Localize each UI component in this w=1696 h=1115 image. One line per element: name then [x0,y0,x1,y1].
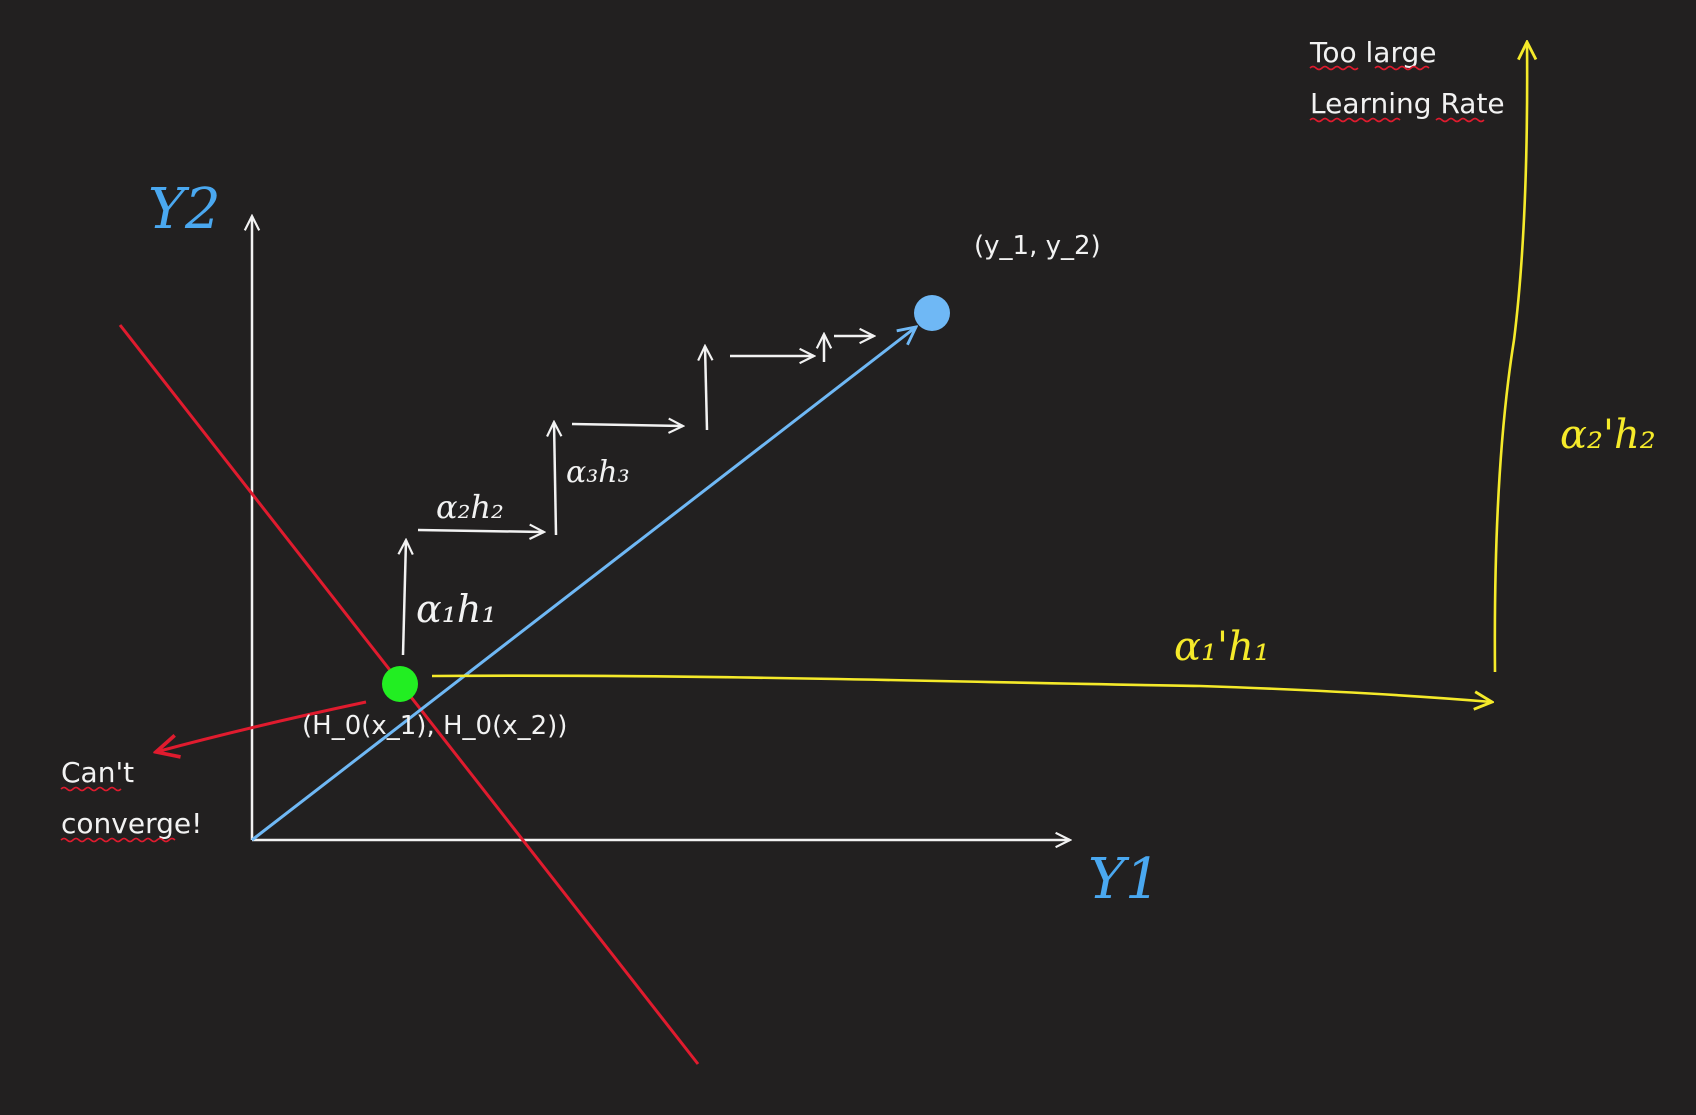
overshoot-horizontal-arrow [431,674,1492,702]
target-point-label: (y_1, y_2) [974,231,1101,261]
diverge-note-line1: Can't [61,756,134,789]
y1-axis-label: Y1 [1088,847,1161,912]
overshoot-vertical-label: α₂'h₂ [1560,412,1656,458]
step-1-vertical [403,540,406,656]
step-2-label: α₂h₂ [436,488,504,526]
step-2-horizontal [417,530,544,532]
overshoot-note-line2: Learning Rate [1310,87,1505,120]
step-5-vertical [705,346,707,431]
gradient-steps-diagram: Y2 Y1 α₁h₁ α₂h₂ α₃h₃ α₁'h₁ α₂'h₂ (y_1, y… [60,36,1656,1065]
step-3-label: α₃h₃ [566,455,630,490]
overshoot-vertical-arrow [1493,42,1527,673]
overshoot-note-line1: Too large [1309,36,1436,69]
step-3-vertical [554,422,556,536]
diagram-canvas: Y2 Y1 α₁h₁ α₂h₂ α₃h₃ α₁'h₁ α₂'h₂ (y_1, y… [0,0,1696,1111]
start-point-label: (H_0(x_1), H_0(x_2)) [302,711,567,741]
step-1-label: α₁h₁ [416,587,497,631]
start-point [382,666,418,702]
step-4-horizontal [571,424,683,426]
y2-axis-label: Y2 [148,177,221,242]
optimal-path-arrow [251,327,916,842]
target-point [914,295,950,331]
overshoot-horizontal-label: α₁'h₁ [1174,624,1270,670]
diverge-note-line2: converge! [61,807,202,840]
